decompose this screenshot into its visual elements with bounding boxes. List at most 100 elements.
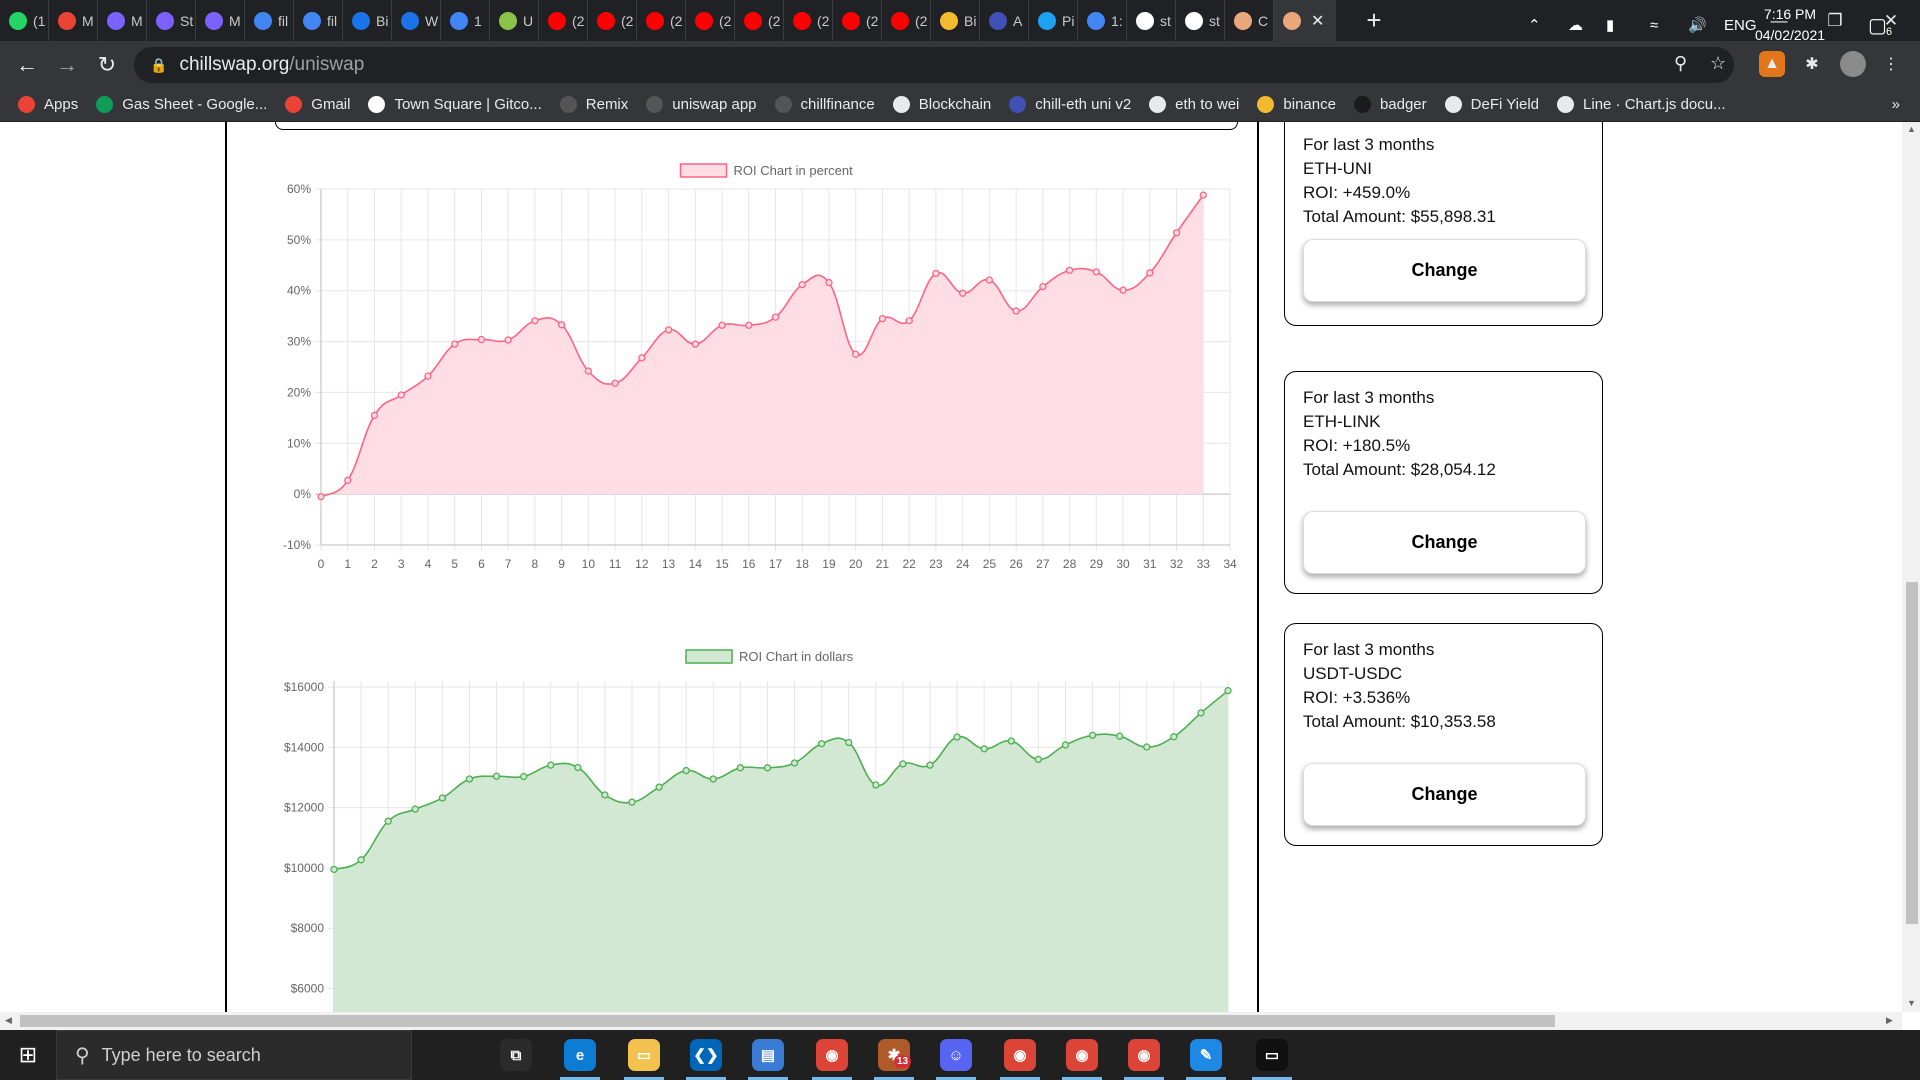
tab[interactable]: St	[147, 0, 196, 41]
data-point[interactable]	[492, 772, 501, 780]
data-point[interactable]	[317, 493, 325, 501]
tab[interactable]: (2	[882, 0, 931, 41]
tab[interactable]: Bi	[931, 0, 980, 41]
data-point[interactable]	[790, 759, 799, 767]
new-tab-button[interactable]: +	[1354, 0, 1394, 41]
data-point[interactable]	[825, 278, 833, 287]
data-point[interactable]	[397, 391, 405, 399]
remote-desktop-icon[interactable]: ▤	[752, 1039, 784, 1071]
data-point[interactable]	[504, 336, 512, 344]
bookmark-item[interactable]: Apps	[18, 96, 78, 113]
data-point[interactable]	[424, 372, 432, 380]
data-point[interactable]	[845, 738, 853, 747]
tab[interactable]: 1:	[1078, 0, 1127, 41]
data-point[interactable]	[763, 764, 772, 772]
data-point[interactable]	[682, 766, 690, 775]
reload-button[interactable]: ↻	[87, 45, 127, 85]
change-button-usdt-usdc[interactable]: Change	[1303, 763, 1586, 826]
vertical-scroll-thumb[interactable]	[1906, 582, 1918, 924]
data-point[interactable]	[451, 340, 459, 348]
data-point[interactable]	[1119, 286, 1127, 294]
data-point[interactable]	[574, 763, 582, 772]
tab[interactable]: fil	[245, 0, 294, 41]
data-point[interactable]	[718, 321, 726, 329]
data-point[interactable]	[531, 317, 539, 325]
bookmark-star-icon[interactable]: ☆	[1710, 53, 1726, 74]
data-point[interactable]	[370, 411, 379, 419]
bookmark-item[interactable]: badger	[1353, 96, 1427, 113]
tab[interactable]: W	[392, 0, 441, 41]
tab[interactable]: Pi	[1029, 0, 1078, 41]
tab[interactable]: M	[196, 0, 245, 41]
tab[interactable]: 1	[441, 0, 490, 41]
show-hidden-icons[interactable]: ⌃	[1528, 0, 1541, 50]
horizontal-scroll-thumb[interactable]	[20, 1015, 1555, 1027]
tab[interactable]: (2	[686, 0, 735, 41]
tab[interactable]: (2	[784, 0, 833, 41]
data-point[interactable]	[798, 280, 806, 289]
data-point[interactable]	[344, 476, 352, 485]
data-point[interactable]	[1088, 731, 1097, 739]
bookmark-item[interactable]: eth to wei	[1149, 96, 1239, 113]
data-point[interactable]	[736, 764, 745, 772]
horizontal-scrollbar[interactable]: ◀ ▶	[0, 1012, 1902, 1030]
data-point[interactable]	[357, 856, 365, 864]
scroll-right-icon[interactable]: ▶	[1886, 1015, 1893, 1026]
tab[interactable]: (2	[588, 0, 637, 41]
chrome-profile-icon[interactable]: ◉	[1066, 1039, 1098, 1071]
bookmarks-overflow-button[interactable]: »	[1892, 96, 1900, 113]
data-point[interactable]	[330, 865, 338, 874]
data-point[interactable]	[655, 783, 663, 791]
data-point[interactable]	[691, 340, 699, 348]
volume-icon[interactable]: 🔊	[1688, 0, 1707, 50]
change-button-eth-link[interactable]: Change	[1303, 511, 1586, 574]
slack-icon[interactable]: ✱ 13	[878, 1039, 912, 1071]
data-point[interactable]	[664, 326, 673, 334]
terminal-icon[interactable]: ▭	[1256, 1039, 1288, 1071]
legend-label[interactable]: ROI Chart in dollars	[739, 649, 854, 664]
chrome-profile-icon[interactable]: ◉	[1004, 1039, 1036, 1071]
tab[interactable]: st	[1176, 0, 1225, 41]
data-point[interactable]	[1007, 737, 1015, 745]
task-view-icon[interactable]: ⧉	[500, 1039, 532, 1071]
data-point[interactable]	[1012, 307, 1020, 315]
bookmark-item[interactable]: binance	[1257, 96, 1336, 113]
tab[interactable]: st	[1127, 0, 1176, 41]
bookmark-item[interactable]: Remix	[559, 96, 628, 113]
battery-icon[interactable]: ▮	[1606, 0, 1614, 50]
tab[interactable]: M	[98, 0, 147, 41]
bookmark-item[interactable]: Blockchain	[892, 96, 991, 113]
data-point[interactable]	[980, 745, 988, 753]
edge-icon[interactable]: e	[564, 1039, 596, 1071]
address-bar[interactable]: 🔒 chillswap.org/uniswap ⚲ ☆	[134, 47, 1734, 83]
metamask-icon[interactable]: ▲	[1759, 51, 1785, 77]
clock[interactable]: 7:16 PM 04/02/2021	[1742, 4, 1838, 46]
bookmark-item[interactable]: uniswap app	[646, 96, 757, 113]
scroll-down-icon[interactable]: ▼	[1907, 998, 1916, 1008]
menu-icon[interactable]: ⋮	[1878, 51, 1904, 77]
back-button[interactable]: ←	[7, 45, 47, 85]
bookmark-item[interactable]: chill-eth uni v2	[1009, 96, 1131, 113]
data-point[interactable]	[958, 289, 967, 297]
data-point[interactable]	[465, 775, 474, 783]
data-point[interactable]	[1143, 743, 1151, 751]
tab[interactable]: C	[1225, 0, 1274, 41]
zoom-icon[interactable]: ⚲	[1674, 53, 1687, 74]
onedrive-icon[interactable]: ☁	[1568, 0, 1583, 50]
data-point[interactable]	[1146, 269, 1154, 277]
chrome-icon[interactable]: ◉	[816, 1039, 848, 1071]
data-point[interactable]	[1224, 686, 1232, 695]
data-point[interactable]	[638, 354, 646, 362]
legend-label[interactable]: ROI Chart in percent	[734, 163, 854, 178]
data-point[interactable]	[557, 321, 566, 329]
data-point[interactable]	[1092, 268, 1100, 276]
data-point[interactable]	[1065, 266, 1074, 275]
data-point[interactable]	[709, 775, 717, 783]
scroll-left-icon[interactable]: ◀	[5, 1015, 12, 1026]
taskbar-search[interactable]: ⚲ Type here to search	[56, 1030, 412, 1080]
data-point[interactable]	[1199, 191, 1207, 199]
vscode-icon[interactable]: ❮❯	[690, 1039, 722, 1071]
tab[interactable]: (2	[735, 0, 784, 41]
file-explorer-icon[interactable]: ▭	[628, 1039, 660, 1071]
tab[interactable]: (2	[539, 0, 588, 41]
